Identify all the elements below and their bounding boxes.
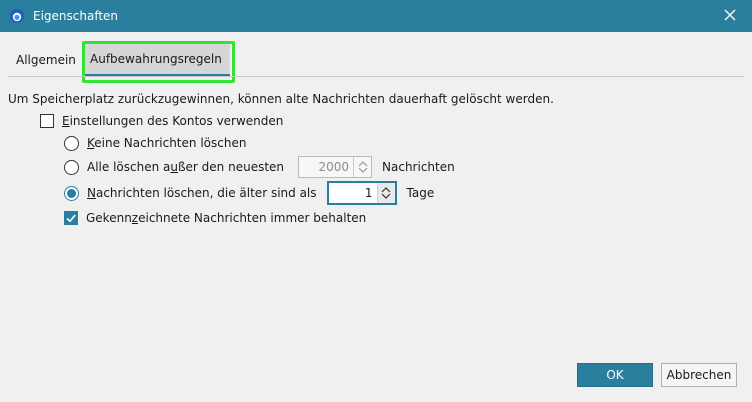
newest-count-suffix: Nachrichten <box>382 160 455 174</box>
delete-older-option[interactable]: Nachrichten löschen, die älter sind als … <box>64 181 435 205</box>
delete-except-newest-label: Alle löschen außer den neuesten <box>87 160 285 174</box>
older-days-spinner[interactable] <box>326 181 397 205</box>
use-account-settings-label: Einstellungen des Kontos verwenden <box>62 114 284 128</box>
spin-arrows-icon <box>381 187 391 199</box>
keep-flagged-label: Gekennzeichnete Nachrichten immer behalt… <box>86 211 367 225</box>
use-account-settings-option[interactable]: Einstellungen des Kontos verwenden <box>40 111 283 131</box>
newest-count-spinner[interactable] <box>298 156 373 178</box>
older-days-suffix: Tage <box>406 186 435 200</box>
tab-general-label: Allgemein <box>16 53 76 67</box>
cancel-button[interactable]: Abbrechen <box>661 363 737 387</box>
newest-count-input[interactable] <box>299 157 354 177</box>
keep-all-radio[interactable] <box>64 135 79 151</box>
delete-except-newest-option[interactable]: Alle löschen außer den neuesten Nachrich… <box>64 156 455 178</box>
newest-count-spin-buttons[interactable] <box>353 157 371 177</box>
window-title: Eigenschaften <box>33 9 119 23</box>
tab-retention-rules[interactable]: Aufbewahrungsregeln <box>82 44 230 76</box>
spin-arrows-icon <box>358 161 367 173</box>
tab-general[interactable]: Allgemein <box>8 44 80 76</box>
dialog-body: Allgemein Aufbewahrungsregeln Um Speiche… <box>0 32 752 402</box>
older-days-spin-buttons[interactable] <box>376 183 395 203</box>
use-account-settings-checkbox[interactable] <box>40 114 54 128</box>
delete-older-radio[interactable] <box>64 185 79 201</box>
keep-all-option[interactable]: Keine Nachrichten löschen <box>64 133 246 153</box>
tab-retention-rules-label: Aufbewahrungsregeln <box>90 52 222 66</box>
retention-description: Um Speicherplatz zurückzugewinnen, könne… <box>8 92 554 106</box>
title-bar: Eigenschaften <box>0 0 752 32</box>
delete-older-label: Nachrichten löschen, die älter sind als <box>87 186 317 200</box>
checkmark-icon <box>66 214 76 223</box>
ok-button[interactable]: OK <box>577 363 653 387</box>
keep-flagged-option[interactable]: Gekennzeichnete Nachrichten immer behalt… <box>64 208 366 228</box>
tab-divider <box>8 76 744 77</box>
close-icon[interactable] <box>722 7 738 23</box>
older-days-input[interactable] <box>328 183 377 203</box>
thunderbird-icon <box>10 9 24 23</box>
keep-all-label: Keine Nachrichten löschen <box>87 136 247 150</box>
keep-flagged-checkbox[interactable] <box>64 211 78 225</box>
delete-except-newest-radio[interactable] <box>64 159 79 175</box>
